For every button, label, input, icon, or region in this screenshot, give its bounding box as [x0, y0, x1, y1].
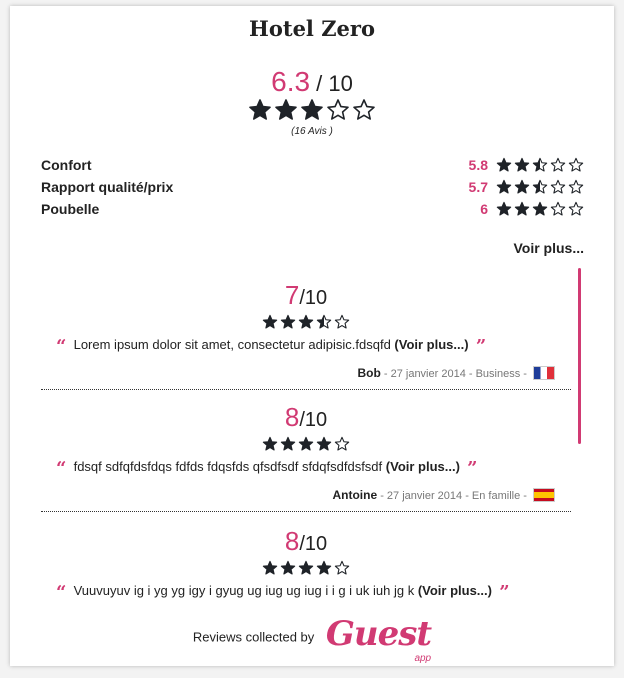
review-see-more-link[interactable]: (Voir plus...)	[386, 459, 460, 474]
star-empty-icon	[334, 314, 350, 329]
star-full-icon	[532, 201, 548, 216]
global-score: 6.3 / 10	[10, 66, 614, 98]
star-half-icon	[532, 157, 548, 172]
criterion-star-rating	[496, 157, 584, 178]
guest-logo-sub: app	[414, 653, 432, 664]
review-see-more-link[interactable]: (Voir plus...)	[418, 583, 492, 598]
star-empty-icon	[568, 157, 584, 172]
open-quote-icon: “	[56, 458, 67, 479]
star-full-icon	[316, 436, 332, 451]
spain-flag-icon	[533, 488, 555, 502]
open-quote-icon: “	[56, 582, 67, 603]
review-text-body: Lorem ipsum dolor sit amet, consectetur …	[73, 337, 391, 352]
star-half-icon	[316, 314, 332, 329]
close-quote-icon: ”	[467, 458, 478, 479]
criterion-label: Rapport qualité/prix	[41, 179, 174, 195]
review-star-rating	[41, 560, 571, 581]
criterion-star-rating	[496, 179, 584, 200]
star-full-icon	[514, 157, 530, 172]
footer: Reviews collected by Guest app	[10, 614, 614, 664]
star-full-icon	[301, 99, 323, 120]
review-divider	[41, 389, 571, 390]
criterion-row: Confort 5.8	[41, 157, 584, 177]
close-quote-icon: ”	[475, 336, 487, 357]
star-full-icon	[249, 99, 271, 120]
criterion-row: Rapport qualité/prix 5.7	[41, 179, 584, 199]
review-score: 8/10	[41, 526, 571, 557]
star-empty-icon	[334, 436, 350, 451]
reviews-count: (16 Avis )	[291, 126, 333, 137]
see-more-link[interactable]: Voir plus...	[513, 240, 584, 256]
reviews-widget: Hotel Zero 6.3 / 10 (16 Avis ) Confort 5…	[10, 6, 614, 666]
review-star-rating	[41, 436, 571, 457]
collected-by-label: Reviews collected by	[192, 629, 315, 645]
star-full-icon	[280, 560, 296, 575]
review-score-outof: /10	[299, 409, 328, 431]
review-score-outof: /10	[299, 287, 328, 309]
france-flag-icon	[533, 366, 555, 380]
review-divider	[41, 511, 571, 512]
hotel-name: Hotel Zero	[249, 16, 375, 41]
criterion-label: Confort	[41, 157, 92, 173]
star-empty-icon	[550, 179, 566, 194]
star-full-icon	[280, 436, 296, 451]
global-score-outof: / 10	[310, 71, 353, 96]
criterion-row: Poubelle 6	[41, 201, 584, 221]
review-see-more-link[interactable]: (Voir plus...)	[394, 337, 468, 352]
criterion-value: 6	[480, 201, 488, 217]
close-quote-icon: ”	[499, 582, 510, 603]
star-full-icon	[298, 436, 314, 451]
review-score-value: 8	[284, 402, 300, 432]
star-full-icon	[298, 314, 314, 329]
star-full-icon	[280, 314, 296, 329]
review-author: Antoine	[332, 488, 378, 502]
star-full-icon	[298, 560, 314, 575]
star-empty-icon	[353, 99, 375, 120]
star-full-icon	[496, 157, 512, 172]
star-full-icon	[514, 201, 530, 216]
star-empty-icon	[550, 201, 566, 216]
star-empty-icon	[327, 99, 349, 120]
guest-logo-text: Guest	[325, 614, 432, 654]
review-score: 7/10	[41, 280, 571, 311]
review-score: 8/10	[41, 402, 571, 433]
review-text: “ fdsqf sdfqfdsfdqs fdfds fdqsfds qfsdfs…	[56, 458, 541, 479]
star-full-icon	[514, 179, 530, 194]
criterion-value: 5.8	[468, 157, 488, 173]
review-meta: Bob - 27 janvier 2014 - Business -	[357, 366, 555, 380]
star-full-icon	[316, 560, 332, 575]
review-score-outof: /10	[299, 533, 328, 555]
review-star-rating	[41, 314, 571, 335]
star-full-icon	[496, 201, 512, 216]
review-text-body: Vuuvuyuv ig i yg yg igy i gyug ug iug ug…	[73, 583, 415, 598]
star-full-icon	[262, 314, 278, 329]
review-score-value: 8	[284, 526, 300, 556]
star-empty-icon	[568, 179, 584, 194]
review-author: Bob	[357, 366, 381, 380]
review-details: - 27 janvier 2014 - En famille -	[377, 490, 530, 502]
global-star-rating	[10, 98, 614, 129]
star-empty-icon	[334, 560, 350, 575]
guest-app-logo[interactable]: Guest app	[325, 614, 432, 664]
reviews-scrollbar[interactable]	[578, 268, 581, 444]
review-text-body: fdsqf sdfqfdsfdqs fdfds fdqsfds qfsdfsdf…	[73, 459, 383, 474]
star-full-icon	[262, 560, 278, 575]
criterion-label: Poubelle	[41, 201, 100, 217]
review-score-value: 7	[284, 280, 300, 310]
star-full-icon	[496, 179, 512, 194]
review-text: “ Lorem ipsum dolor sit amet, consectetu…	[56, 336, 541, 357]
review-text: “ Vuuvuyuv ig i yg yg igy i gyug ug iug …	[56, 582, 541, 603]
review-meta: Antoine - 27 janvier 2014 - En famille -	[332, 488, 555, 502]
star-full-icon	[275, 99, 297, 120]
criterion-value: 5.7	[468, 179, 488, 195]
criterion-star-rating	[496, 201, 584, 222]
global-score-value: 6.3	[271, 66, 311, 97]
star-empty-icon	[568, 201, 584, 216]
star-full-icon	[262, 436, 278, 451]
star-half-icon	[532, 179, 548, 194]
open-quote-icon: “	[56, 336, 67, 357]
review-details: - 27 janvier 2014 - Business -	[380, 368, 530, 380]
star-empty-icon	[550, 157, 566, 172]
